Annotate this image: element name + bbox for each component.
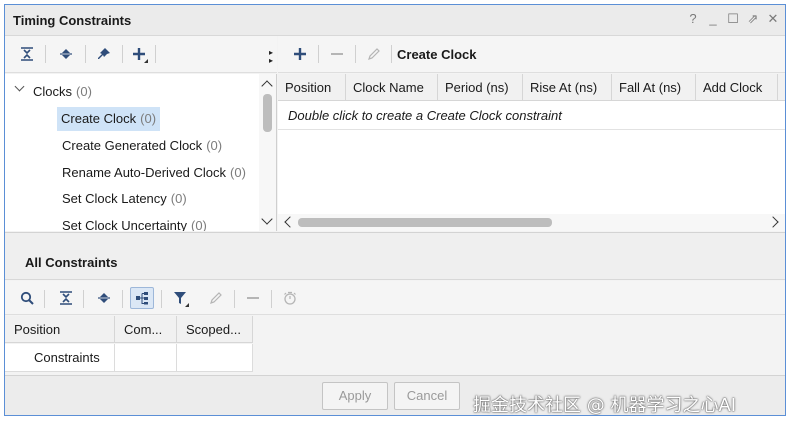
- remove-row-icon[interactable]: [327, 44, 347, 64]
- table-horizontal-scrollbar[interactable]: [278, 214, 785, 231]
- all-constraints-toolbar: [5, 281, 785, 315]
- dialog-footer: Apply Cancel 掘金技术社区 @ 机器学习之心AI: [5, 375, 785, 416]
- tree-item-count: (0): [206, 138, 223, 153]
- scroll-thumb[interactable]: [263, 94, 272, 132]
- all-constraints-header: All Constraints: [5, 232, 785, 280]
- row-scoped-cell: [177, 344, 253, 372]
- tree-item-label: Set Clock Uncertainty: [62, 218, 187, 231]
- scroll-right-icon[interactable]: [767, 216, 779, 228]
- row-divider: [278, 129, 785, 130]
- tree-item-count: (0): [191, 218, 207, 231]
- search-icon[interactable]: [17, 288, 37, 308]
- clock-table-toolbar: Create Clock: [278, 36, 785, 73]
- cancel-button[interactable]: Cancel: [394, 382, 460, 410]
- right-panel-title: Create Clock: [397, 47, 477, 62]
- column-header-add-clock[interactable]: Add Clock: [696, 74, 778, 101]
- tree-toolbar: [5, 36, 277, 73]
- all-constraints-title: All Constraints: [25, 255, 118, 270]
- row-position-cell: Constraints: [5, 344, 115, 372]
- add-constraint-icon[interactable]: [129, 44, 149, 64]
- edit-pencil-icon[interactable]: [364, 44, 384, 64]
- column-header-period[interactable]: Period (ns): [438, 74, 523, 101]
- toolbar-separator: [85, 45, 86, 63]
- title-bar: Timing Constraints ? _ ☐ ⇗ ✕: [5, 5, 785, 36]
- tree-group-count: (0): [76, 84, 92, 99]
- toolbar-separator: [122, 290, 123, 308]
- toolbar-separator: [271, 290, 272, 308]
- toolbar-separator: [161, 290, 162, 308]
- column-header-rise-at[interactable]: Rise At (ns): [523, 74, 612, 101]
- tree-item-label: Create Generated Clock: [62, 138, 203, 153]
- toolbar-separator: [234, 290, 235, 308]
- watermark-text: 掘金技术社区 @ 机器学习之心AI: [473, 395, 737, 416]
- timer-icon[interactable]: [280, 288, 300, 308]
- chevron-down-icon[interactable]: [14, 81, 25, 92]
- help-icon[interactable]: ?: [687, 12, 699, 26]
- toolbar-separator: [391, 45, 392, 63]
- float-icon[interactable]: ⇗: [747, 12, 759, 26]
- toolbar-separator: [155, 45, 156, 63]
- create-clock-table: Position Clock Name Period (ns) Rise At …: [278, 74, 785, 231]
- table-header: Position Com... Scoped...: [5, 316, 253, 343]
- scroll-up-icon[interactable]: [261, 80, 273, 92]
- table-header: Position Clock Name Period (ns) Rise At …: [278, 74, 785, 101]
- all-constraints-table: Position Com... Scoped... Constraints: [5, 316, 785, 376]
- remove-icon[interactable]: [243, 288, 263, 308]
- toolbar-separator: [45, 45, 46, 63]
- column-header-fall-at[interactable]: Fall At (ns): [612, 74, 696, 101]
- tree-item-set-clock-latency[interactable]: Set Clock Latency (0): [62, 187, 187, 211]
- tree-item-label: Rename Auto-Derived Clock: [62, 165, 227, 180]
- apply-button[interactable]: Apply: [322, 382, 388, 410]
- add-row-icon[interactable]: [290, 44, 310, 64]
- tree-group-clocks[interactable]: Clocks (0): [33, 80, 92, 104]
- filter-icon[interactable]: [170, 288, 190, 308]
- tree-item-rename-auto-derived-clock[interactable]: Rename Auto-Derived Clock (0): [62, 161, 246, 185]
- tree-item-set-clock-uncertainty[interactable]: Set Clock Uncertainty (0): [62, 214, 207, 231]
- expand-all-icon[interactable]: [56, 44, 76, 64]
- tree-item-count: (0): [170, 191, 187, 206]
- table-row[interactable]: Constraints: [5, 344, 253, 372]
- tree-item-count: (0): [140, 111, 157, 126]
- toolbar-separator: [122, 45, 123, 63]
- scroll-down-icon[interactable]: [261, 213, 273, 225]
- tree-group-label: Clocks: [33, 84, 73, 99]
- maximize-icon[interactable]: ☐: [727, 12, 739, 26]
- splitter-handle[interactable]: ▸ ▸: [269, 49, 275, 65]
- tree-item-create-clock[interactable]: Create Clock (0): [57, 107, 161, 131]
- tree-item-label: Create Clock: [61, 111, 137, 126]
- window-controls: ? _ ☐ ⇗ ✕: [687, 12, 779, 26]
- row-comment-cell: [115, 344, 177, 372]
- timing-constraints-window: Timing Constraints ? _ ☐ ⇗ ✕ ▸ ▸ Clocks …: [4, 4, 786, 416]
- collapse-all-icon[interactable]: [17, 44, 37, 64]
- column-header-scoped[interactable]: Scoped...: [177, 316, 253, 343]
- collapse-all-icon[interactable]: [56, 288, 76, 308]
- scroll-thumb[interactable]: [298, 218, 552, 227]
- close-icon[interactable]: ✕: [767, 12, 779, 26]
- toolbar-separator: [83, 290, 84, 308]
- tree-item-label: Set Clock Latency: [62, 191, 167, 206]
- column-header-position[interactable]: Position: [278, 74, 346, 101]
- tree-item-create-generated-clock[interactable]: Create Generated Clock (0): [62, 134, 222, 158]
- column-header-position[interactable]: Position: [5, 316, 115, 343]
- column-header-comment[interactable]: Com...: [115, 316, 177, 343]
- empty-table-hint[interactable]: Double click to create a Create Clock co…: [288, 108, 562, 123]
- pin-icon[interactable]: [94, 44, 114, 64]
- edit-pencil-icon[interactable]: [206, 288, 226, 308]
- window-title: Timing Constraints: [13, 13, 132, 28]
- tree-item-count: (0): [230, 165, 246, 180]
- column-header-clock-name[interactable]: Clock Name: [346, 74, 438, 101]
- toolbar-separator: [318, 45, 319, 63]
- scroll-left-icon[interactable]: [284, 216, 296, 228]
- constraints-tree: Clocks (0) Create Clock (0) Create Generat…: [5, 74, 277, 231]
- minimize-icon[interactable]: _: [707, 12, 719, 26]
- toolbar-separator: [355, 45, 356, 63]
- tree-vertical-scrollbar[interactable]: [259, 74, 276, 231]
- toolbar-separator: [44, 290, 45, 308]
- expand-all-icon[interactable]: [94, 288, 114, 308]
- group-by-icon[interactable]: [130, 287, 154, 309]
